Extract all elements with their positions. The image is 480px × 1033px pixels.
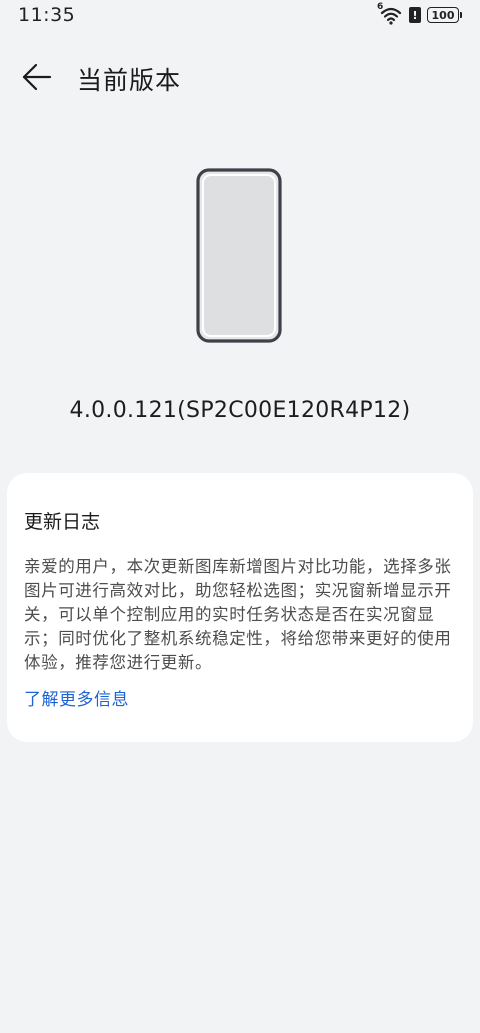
battery-icon: 100 bbox=[427, 7, 462, 23]
status-bar: 11:35 6 ! 100 bbox=[0, 0, 480, 32]
current-version-screen: 11:35 6 ! 100 当前版本 4.0.0.121(SP2C00E120R… bbox=[0, 0, 480, 1033]
header: 当前版本 bbox=[0, 50, 480, 106]
changelog-card: 更新日志 亲爱的用户，本次更新图库新增图片对比功能，选择多张图片可进行高效对比，… bbox=[7, 473, 473, 742]
changelog-title: 更新日志 bbox=[24, 511, 101, 533]
battery-body: 100 bbox=[427, 7, 459, 23]
battery-tip bbox=[460, 12, 462, 18]
battery-level: 100 bbox=[431, 8, 455, 22]
arrow-left-icon bbox=[22, 63, 52, 91]
learn-more-link[interactable]: 了解更多信息 bbox=[24, 685, 129, 710]
wifi-icon: 6 bbox=[377, 2, 403, 25]
wifi-standard-label: 6 bbox=[377, 2, 384, 12]
status-time: 11:35 bbox=[18, 4, 76, 26]
version-number: 4.0.0.121(SP2C00E120R4P12) bbox=[69, 398, 411, 423]
sim-alert-glyph: ! bbox=[412, 8, 418, 22]
status-icons: 6 ! 100 bbox=[377, 2, 462, 25]
sim-alert-icon: ! bbox=[409, 7, 421, 23]
page-title: 当前版本 bbox=[77, 66, 182, 95]
phone-outline-icon bbox=[196, 168, 282, 343]
back-button[interactable] bbox=[20, 62, 54, 92]
changelog-body: 亲爱的用户，本次更新图库新增图片对比功能，选择多张图片可进行高效对比，助您轻松选… bbox=[24, 557, 452, 672]
